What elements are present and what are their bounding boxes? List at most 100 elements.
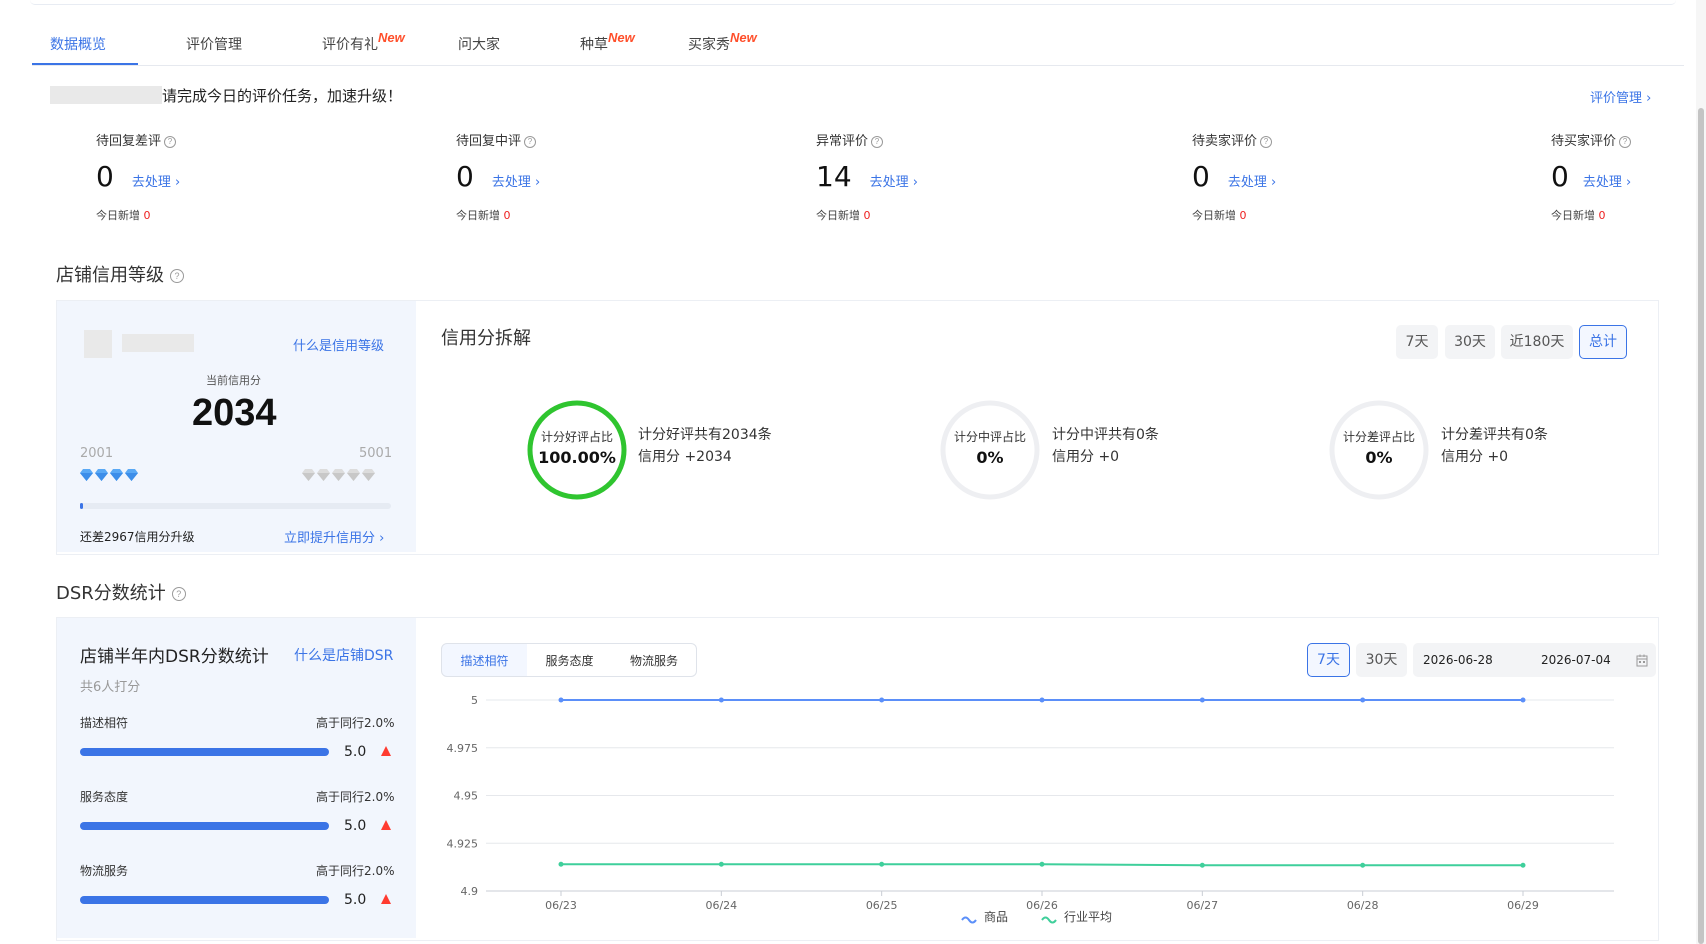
calendar-icon[interactable]: [1636, 654, 1648, 667]
process-link[interactable]: 去处理 ›: [132, 171, 180, 190]
stat-label: 待回复差评: [96, 134, 162, 149]
what-is-credit-link[interactable]: 什么是信用等级: [293, 335, 384, 354]
stat-value: 0: [1192, 160, 1210, 193]
dsr-period-7d[interactable]: 7天: [1307, 643, 1350, 677]
shop-avatar: [84, 330, 112, 358]
dsr-period-30d[interactable]: 30天: [1356, 643, 1407, 677]
ring-credit-text: 信用分 +0: [1441, 449, 1509, 465]
tab-review-reward[interactable]: 评价有礼: [322, 34, 378, 54]
ring-detail: 计分好评共有2034条 信用分 +2034: [638, 424, 772, 468]
data-point: [1039, 697, 1045, 703]
dsr-item-bar: [80, 822, 329, 830]
process-link[interactable]: 去处理 ›: [492, 171, 540, 190]
help-icon[interactable]: ?: [164, 135, 177, 148]
dsr-item-compare: 高于同行2.0%: [316, 790, 395, 804]
today-new-label: 今日新增: [456, 209, 500, 222]
tab-review-management[interactable]: 评价管理: [186, 34, 242, 54]
legend-icon: [1041, 916, 1057, 924]
range-max: 5001: [359, 446, 393, 461]
tab-ask-everyone[interactable]: 问大家: [458, 34, 500, 54]
help-icon[interactable]: ?: [871, 135, 884, 148]
dsr-item-bar: [80, 896, 329, 904]
x-tick-label: 06/29: [1507, 899, 1539, 912]
segment-description[interactable]: 描述相符: [441, 643, 528, 677]
tab-seeding[interactable]: 种草: [580, 34, 608, 54]
today-new-value: 0: [1239, 209, 1247, 222]
stat-label: 异常评价: [816, 134, 869, 149]
ring-detail: 计分中评共有0条 信用分 +0: [1052, 424, 1159, 468]
diamond-icon: [332, 469, 345, 481]
help-icon[interactable]: ?: [171, 587, 186, 601]
y-tick-label: 5: [471, 694, 478, 707]
credit-period-7d[interactable]: 7天: [1396, 325, 1438, 359]
diamond-icon: [80, 469, 93, 481]
help-icon[interactable]: ?: [1619, 135, 1632, 148]
improve-credit-link[interactable]: 立即提升信用分 ›: [284, 527, 384, 546]
date-start[interactable]: 2026-06-28: [1423, 653, 1493, 667]
dsr-section-title: DSR分数统计?: [56, 579, 186, 605]
diamond-icon: [95, 469, 108, 481]
data-point: [879, 861, 885, 867]
current-credit-label: 当前信用分: [206, 374, 261, 387]
y-tick-label: 4.95: [454, 790, 479, 803]
help-icon[interactable]: ?: [170, 269, 184, 283]
process-link[interactable]: 去处理 ›: [1583, 171, 1631, 190]
data-point: [1199, 697, 1205, 703]
ring-credit-text: 信用分 +0: [1052, 449, 1120, 465]
y-tick-label: 4.9: [461, 885, 479, 898]
review-manage-link[interactable]: 评价管理 ›: [1590, 87, 1651, 106]
stat-value: 0: [1551, 160, 1569, 193]
credit-period-180d[interactable]: 近180天: [1501, 325, 1573, 359]
credit-period-total[interactable]: 总计: [1579, 325, 1627, 359]
dsr-item-compare: 高于同行2.0%: [316, 864, 395, 878]
process-link[interactable]: 去处理 ›: [870, 171, 918, 190]
up-arrow-icon: [381, 746, 391, 756]
x-tick-label: 06/23: [545, 899, 577, 912]
ring-positive: 计分好评占比 100.00%: [525, 398, 629, 502]
ring-value: 0%: [976, 448, 1004, 467]
stat-value: 0: [96, 160, 114, 193]
current-level-diamonds: [80, 466, 140, 485]
today-new-value: 0: [143, 209, 151, 222]
stat-label: 待买家评价: [1551, 134, 1617, 149]
diamond-icon: [125, 469, 138, 481]
credit-period-30d[interactable]: 30天: [1445, 325, 1495, 359]
remaining-to-upgrade: 还差2967信用分升级: [80, 530, 195, 544]
ring-label: 计分好评占比: [540, 430, 613, 444]
segment-logistics[interactable]: 物流服务: [612, 643, 697, 677]
x-tick-label: 06/26: [1026, 899, 1058, 912]
next-level-diamonds: [302, 466, 377, 485]
ring-label: 计分中评占比: [953, 430, 1026, 444]
data-point: [879, 697, 885, 703]
credit-score: 2034: [192, 392, 277, 434]
dsr-card-title: 店铺半年内DSR分数统计: [80, 647, 269, 667]
process-link[interactable]: 去处理 ›: [1228, 171, 1276, 190]
legend-label: 行业平均: [1064, 910, 1112, 924]
scrollbar-thumb[interactable]: [1698, 108, 1704, 944]
up-arrow-icon: [381, 894, 391, 904]
tab-data-overview[interactable]: 数据概览: [50, 34, 106, 54]
segment-service[interactable]: 服务态度: [527, 643, 613, 677]
today-new-label: 今日新增: [1551, 209, 1595, 222]
today-new-value: 0: [503, 209, 511, 222]
legend-label: 商品: [984, 909, 1008, 924]
what-is-dsr-link[interactable]: 什么是店铺DSR: [294, 645, 393, 665]
today-new-value: 0: [1598, 209, 1606, 222]
ring-credit-text: 信用分 +2034: [638, 449, 732, 465]
help-icon[interactable]: ?: [524, 135, 537, 148]
dsr-trend-chart: 4.9 4.925 4.95 4.975 5 06/23 06/24 06/25 06/26 06…: [447, 694, 1614, 924]
new-badge: New: [730, 30, 757, 45]
data-point: [718, 697, 724, 703]
data-point: [1360, 862, 1366, 868]
credit-progress-track: [80, 503, 391, 509]
top-frame-edge: [30, 0, 1676, 5]
x-tick-label: 06/28: [1347, 899, 1379, 912]
stat-label: 待回复中评: [456, 134, 522, 149]
tab-buyer-show[interactable]: 买家秀: [688, 34, 730, 54]
stat-pending-seller-review: 待卖家评价? 0 去处理 › 今日新增 0: [1192, 130, 1276, 223]
help-icon[interactable]: ?: [1260, 135, 1273, 148]
dsr-item-score: 5.0: [344, 744, 367, 760]
y-tick-label: 4.975: [447, 742, 479, 755]
date-end[interactable]: 2026-07-04: [1541, 653, 1611, 667]
data-point: [1360, 697, 1366, 703]
